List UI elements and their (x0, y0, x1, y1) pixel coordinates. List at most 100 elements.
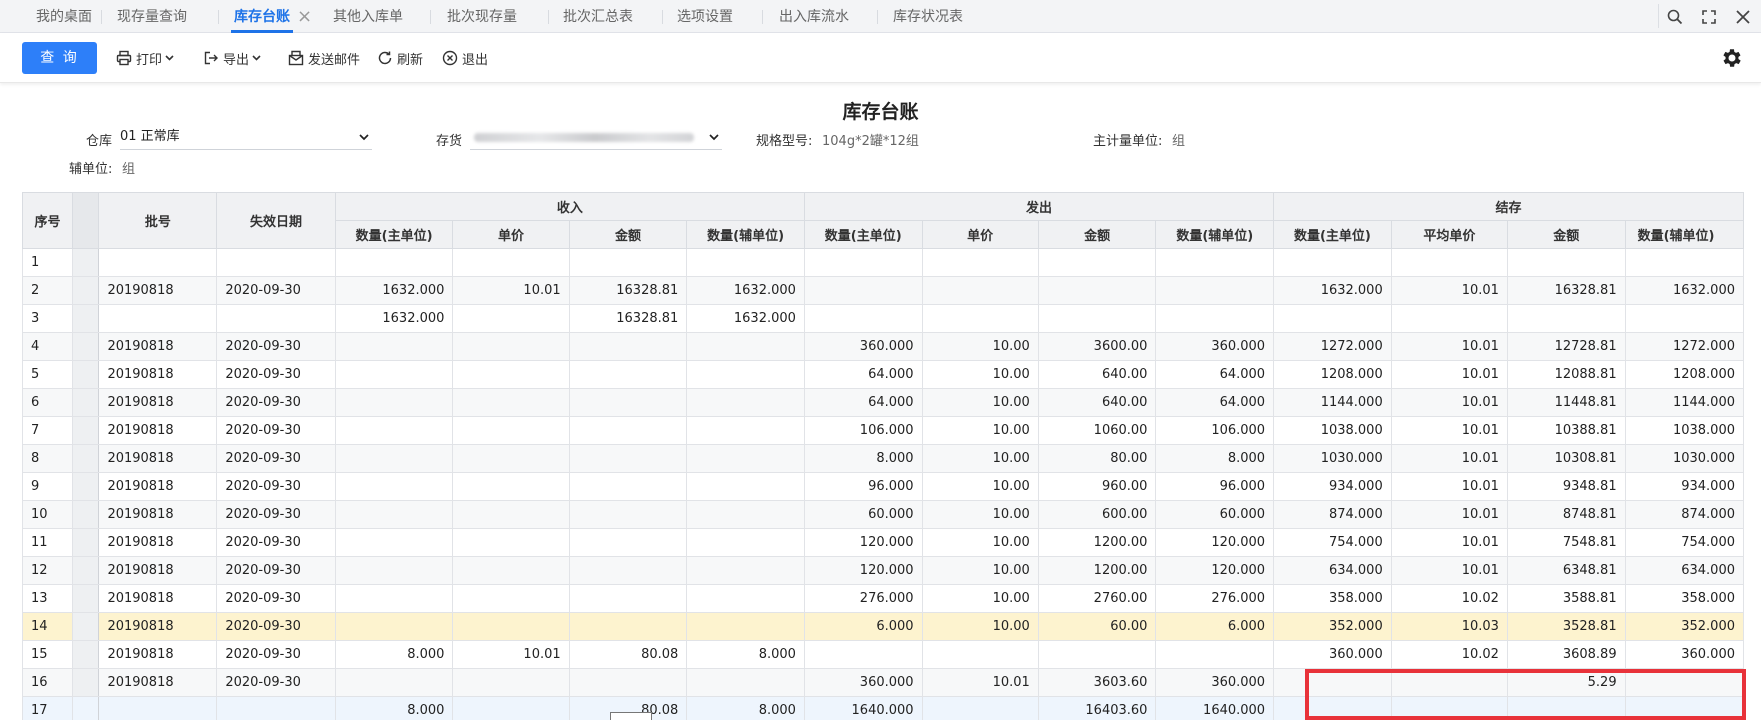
item-select[interactable] (470, 124, 722, 150)
table-row[interactable]: 10 20190818 2020-09-30 60.000 10.00 600.00 60.… (22, 500, 1744, 529)
out-amount-cell: 640.00 (1037, 360, 1157, 389)
table-row[interactable]: 11 20190818 2020-09-30 120.000 10.00 1200.00 1… (22, 528, 1744, 557)
refresh-button[interactable]: 刷新 (377, 33, 423, 83)
col-expiry-header[interactable]: 失效日期 (216, 192, 336, 249)
table-row[interactable]: 15 20190818 2020-09-30 8.000 10.01 80.08 8.000… (22, 640, 1744, 669)
out-price-cell: 10.00 (921, 472, 1039, 501)
query-button[interactable]: 查 询 (22, 42, 97, 74)
row-gap-cell (71, 556, 100, 585)
out-price-cell (921, 248, 1039, 277)
table-row[interactable]: 7 20190818 2020-09-30 106.000 10.00 1060.00 10… (22, 416, 1744, 445)
in-qty-main-cell (334, 556, 454, 585)
col-out-price-header[interactable]: 单价 (921, 220, 1039, 249)
expiry-cell (216, 248, 336, 277)
chevron-down-icon (252, 55, 261, 61)
out-amount-cell: 3603.60 (1037, 668, 1157, 697)
bal-qty-main-cell: 1144.000 (1273, 388, 1392, 417)
in-price-cell (452, 248, 570, 277)
col-in-qty-aux-header[interactable]: 数量(辅单位) (686, 220, 805, 249)
warehouse-select[interactable]: 01 正常库 (120, 124, 372, 150)
out-price-cell: 10.01 (921, 668, 1039, 697)
in-price-cell (452, 332, 570, 361)
bal-amount-cell (1506, 304, 1626, 333)
table-row[interactable]: 14 20190818 2020-09-30 6.000 10.00 60.00 6.000… (22, 612, 1744, 641)
col-in-amount-header[interactable]: 金额 (568, 220, 688, 249)
export-button[interactable]: 导出 (203, 33, 265, 83)
in-price-cell (452, 360, 570, 389)
in-amount-cell (568, 668, 688, 697)
tab-inventory-ledger[interactable]: 库存台账 (231, 0, 293, 33)
seq-cell: 11 (22, 528, 73, 557)
table-row[interactable]: 12 20190818 2020-09-30 120.000 10.00 1200.00 1… (22, 556, 1744, 585)
in-qty-main-cell (334, 388, 454, 417)
table-row[interactable]: 5 20190818 2020-09-30 64.000 10.00 640.00 64.0… (22, 360, 1744, 389)
table-row[interactable]: 2 20190818 2020-09-30 1632.000 10.01 16328.81… (22, 276, 1744, 305)
bal-price-cell: 10.01 (1390, 388, 1508, 417)
main-unit-value: 组 (1172, 134, 1186, 149)
table-row[interactable]: 16 20190818 2020-09-30 360.000 10.01 3603.60 3… (22, 668, 1744, 697)
col-bal-qty-main-header[interactable]: 数量(主单位) (1273, 220, 1392, 249)
tab-in-out-flow[interactable]: 出入库流水 (779, 0, 849, 33)
tab-batch-summary[interactable]: 批次汇总表 (563, 0, 633, 33)
col-bal-amount-header[interactable]: 金额 (1506, 220, 1626, 249)
refresh-label: 刷新 (397, 52, 424, 68)
print-button[interactable]: 打印 (116, 33, 178, 83)
tab-stock-status[interactable]: 库存状况表 (893, 0, 963, 33)
in-price-cell (452, 304, 570, 333)
col-gap-header (71, 192, 100, 249)
tab-batch-stock[interactable]: 批次现存量 (447, 0, 517, 33)
seq-cell: 5 (22, 360, 73, 389)
close-icon[interactable] (1727, 0, 1759, 33)
row-gap-cell (71, 444, 100, 473)
table-row[interactable]: 1 (22, 248, 1744, 277)
bal-price-cell (1390, 668, 1508, 697)
col-out-amount-header[interactable]: 金额 (1037, 220, 1157, 249)
table-row[interactable]: 6 20190818 2020-09-30 64.000 10.00 640.00 64.0… (22, 388, 1744, 417)
page-title: 库存台账 (842, 101, 919, 123)
row-gap-cell (71, 388, 100, 417)
col-in-qty-main-header[interactable]: 数量(主单位) (334, 220, 454, 249)
fullscreen-icon[interactable] (1693, 0, 1725, 33)
col-batch-header[interactable]: 批号 (98, 192, 218, 249)
send-email-button[interactable]: 发送邮件 (288, 33, 360, 83)
table-row[interactable]: 13 20190818 2020-09-30 276.000 10.00 2760.00 2… (22, 584, 1744, 613)
batch-cell: 20190818 (98, 500, 218, 529)
col-bal-avg-price-header[interactable]: 平均单价 (1390, 220, 1508, 249)
out-qty-main-cell: 276.000 (803, 584, 923, 613)
redacted-item-name (474, 133, 694, 142)
batch-cell: 20190818 (98, 528, 218, 557)
cell-editor[interactable] (610, 712, 652, 720)
table-row[interactable]: 17 8.000 80.08 8.000 1640.000 16403.60 1640.00… (22, 696, 1744, 720)
exit-button[interactable]: 退出 (442, 33, 488, 83)
table-row[interactable]: 8 20190818 2020-09-30 8.000 10.00 80.00 8.000 1… (22, 444, 1744, 473)
bal-amount-cell: 5.29 (1506, 668, 1626, 697)
col-in-price-header[interactable]: 单价 (452, 220, 570, 249)
bal-price-cell (1390, 696, 1508, 720)
in-price-cell (452, 444, 570, 473)
in-qty-aux-cell (686, 332, 805, 361)
row-gap-cell (71, 528, 100, 557)
tab-close-icon[interactable]: × (297, 0, 312, 33)
col-out-qty-main-header[interactable]: 数量(主单位) (803, 220, 923, 249)
tab-stock-query[interactable]: 现存量查询 (117, 0, 187, 33)
tab-option-settings[interactable]: 选项设置 (677, 0, 733, 33)
expiry-cell: 2020-09-30 (216, 528, 336, 557)
col-out-qty-aux-header[interactable]: 数量(辅单位) (1155, 220, 1275, 249)
search-icon[interactable] (1659, 0, 1691, 33)
tab-my-desktop[interactable]: 我的桌面 (36, 0, 92, 33)
seq-cell: 9 (22, 472, 73, 501)
gear-icon[interactable] (1720, 46, 1744, 70)
in-amount-cell (568, 472, 688, 501)
table-row[interactable]: 3 1632.000 16328.81 1632.000 (22, 304, 1744, 333)
in-qty-main-cell (334, 472, 454, 501)
in-qty-main-cell (334, 248, 454, 277)
tab-bar: 我的桌面 现存量查询 库存台账 × 其他入库单 批次现存量 批次汇总表 选项设置… (0, 0, 1761, 33)
col-seq-header[interactable]: 序号 (22, 192, 73, 249)
col-bal-qty-aux-header[interactable]: 数量(辅单位) (1624, 220, 1744, 249)
table-row[interactable]: 9 20190818 2020-09-30 96.000 10.00 960.00 96.0… (22, 472, 1744, 501)
table-row[interactable]: 4 20190818 2020-09-30 360.000 10.00 3600.00 36… (22, 332, 1744, 361)
seq-cell: 3 (22, 304, 73, 333)
out-price-cell (921, 696, 1039, 720)
out-price-cell: 10.00 (921, 584, 1039, 613)
tab-other-inbound[interactable]: 其他入库单 (333, 0, 403, 33)
